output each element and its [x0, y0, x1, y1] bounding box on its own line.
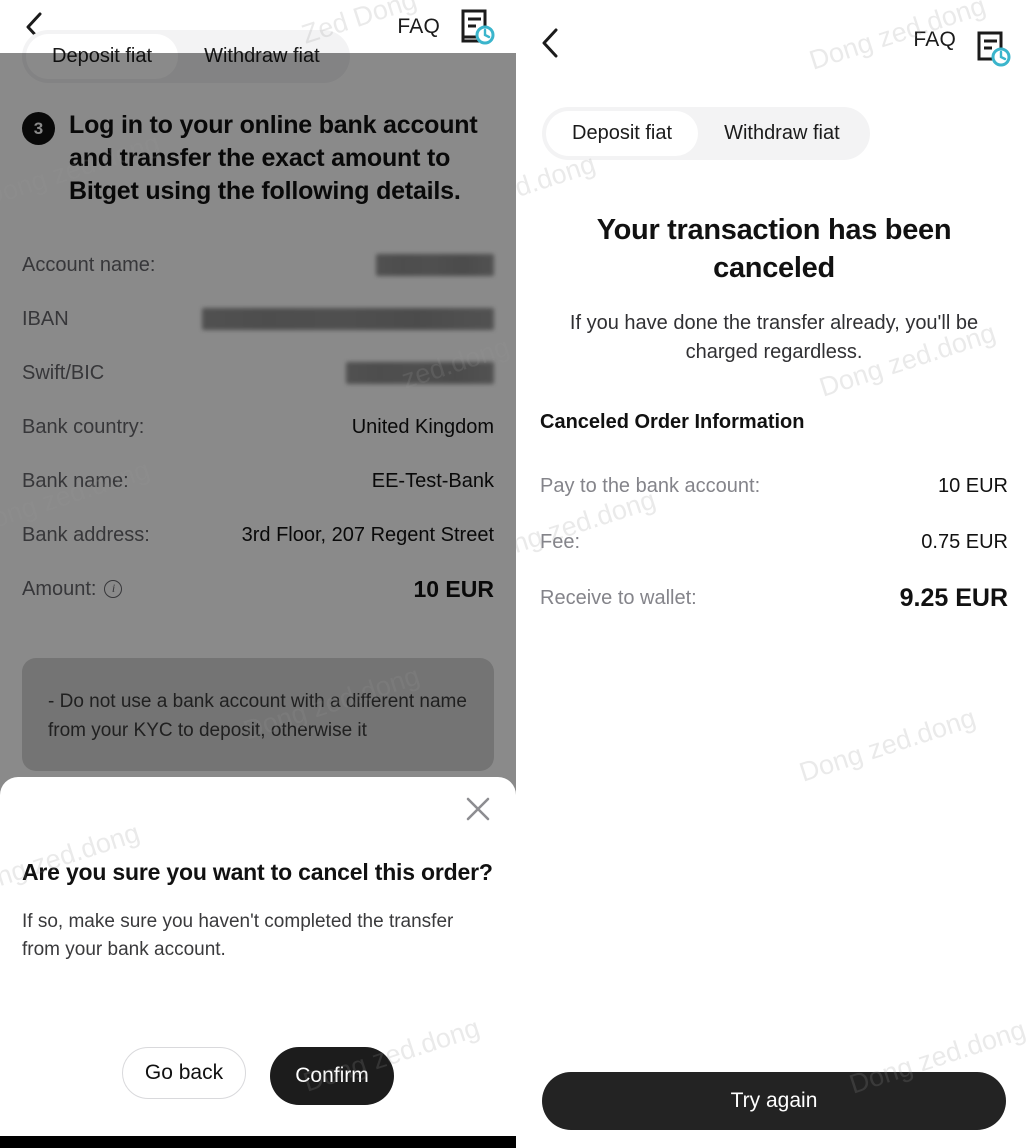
detail-row-bank-name: Bank name: EE-Test-Bank [22, 454, 494, 508]
cancel-status-title: Your transaction has been canceled [596, 214, 952, 284]
right-header: FAQ [516, 0, 1032, 95]
amount-label-text: Amount: [22, 577, 97, 600]
detail-label: Bank address: [22, 523, 150, 546]
detail-label: Swift/BIC [22, 361, 105, 384]
modal-subtitle: If so, make sure you haven't completed t… [22, 911, 454, 960]
cancel-status-subtitle: If you have done the transfer already, y… [569, 312, 979, 364]
order-row-value: 10 EUR [937, 474, 1008, 497]
bank-details-list: Account name: IBAN Swift/BIC Bank countr… [22, 238, 494, 616]
left-tab-group: Deposit fiat Withdraw fiat [22, 30, 350, 83]
chevron-left-icon[interactable] [534, 28, 564, 58]
tab-deposit-fiat[interactable]: Deposit fiat [546, 111, 699, 156]
detail-value: 10 EUR [413, 575, 494, 602]
detail-row-bank-country: Bank country: United Kingdom [22, 400, 494, 454]
right-tab-group: Deposit fiat Withdraw fiat [542, 107, 870, 160]
order-row-label: Pay to the bank account: [540, 474, 761, 497]
right-body: Your transaction has been canceled If yo… [516, 212, 1032, 626]
confirm-button[interactable]: Confirm [270, 1047, 394, 1105]
detail-value: EE-Test-Bank [371, 469, 494, 492]
detail-value: 3rd Floor, 207 Regent Street [241, 523, 494, 546]
detail-label: Amount: i [22, 577, 123, 601]
detail-label: IBAN [22, 307, 69, 330]
detail-value: United Kingdom [351, 415, 494, 438]
right-phone-screen: FAQ Deposit fiat Withdraw fiat Your tran… [516, 0, 1032, 1148]
detail-row-swift: Swift/BIC [22, 346, 494, 400]
watermark-text: Dong zed.dong [795, 702, 980, 788]
order-row-value: 9.25 EUR [899, 583, 1008, 612]
left-tabs-wrap: Deposit fiat Withdraw fiat [0, 30, 516, 83]
detail-row-bank-address: Bank address: 3rd Floor, 207 Regent Stre… [22, 508, 494, 562]
faq-link[interactable]: FAQ [913, 28, 956, 52]
step-instruction: 3 Log in to your online bank account and… [22, 109, 494, 208]
redacted-value [202, 308, 494, 330]
order-row-pay-to-bank: Pay to the bank account: 10 EUR [540, 458, 1008, 514]
redacted-value [376, 254, 494, 276]
modal-title: Are you sure you want to cancel this ord… [22, 859, 493, 885]
right-tabs-wrap: Deposit fiat Withdraw fiat [516, 107, 1032, 160]
close-x-icon[interactable] [458, 789, 498, 829]
go-back-button[interactable]: Go back [122, 1047, 246, 1099]
detail-row-iban: IBAN [22, 292, 494, 346]
order-row-label: Fee: [540, 530, 581, 553]
tab-withdraw-fiat[interactable]: Withdraw fiat [698, 111, 866, 156]
home-indicator-bar [0, 1136, 516, 1148]
redacted-value [346, 362, 494, 384]
deposit-warning-box: - Do not use a bank account with a diffe… [22, 658, 494, 771]
detail-row-account-name: Account name: [22, 238, 494, 292]
order-info-heading: Canceled Order Information [540, 411, 805, 434]
info-icon[interactable]: i [104, 580, 123, 598]
order-row-receive-to-wallet: Receive to wallet: 9.25 EUR [540, 570, 1008, 626]
detail-label: Bank country: [22, 415, 145, 438]
detail-row-amount: Amount: i 10 EUR [22, 562, 494, 616]
try-again-button[interactable]: Try again [542, 1072, 1006, 1130]
document-clock-icon[interactable] [972, 28, 1014, 70]
canceled-order-rows: Pay to the bank account: 10 EUR Fee: 0.7… [540, 458, 1008, 626]
step-instruction-text: Log in to your online bank account and t… [69, 111, 478, 205]
tab-withdraw-fiat[interactable]: Withdraw fiat [178, 34, 346, 79]
modal-actions: Go back Confirm [0, 1047, 516, 1105]
left-body: 3 Log in to your online bank account and… [0, 109, 516, 771]
detail-label: Account name: [22, 253, 156, 276]
screenshot-root: FAQ Deposit fiat Withdraw fiat 3 Log in … [0, 0, 1032, 1148]
tab-deposit-fiat[interactable]: Deposit fiat [26, 34, 179, 79]
order-row-value: 0.75 EUR [921, 530, 1008, 553]
step-number-badge: 3 [22, 112, 55, 145]
detail-label: Bank name: [22, 469, 129, 492]
order-row-fee: Fee: 0.75 EUR [540, 514, 1008, 570]
cancel-order-modal: Are you sure you want to cancel this ord… [0, 777, 516, 1137]
modal-body: Are you sure you want to cancel this ord… [0, 777, 516, 963]
left-phone-screen: FAQ Deposit fiat Withdraw fiat 3 Log in … [0, 0, 516, 1148]
deposit-warning-text: - Do not use a bank account with a diffe… [48, 691, 467, 741]
order-row-label: Receive to wallet: [540, 586, 697, 609]
